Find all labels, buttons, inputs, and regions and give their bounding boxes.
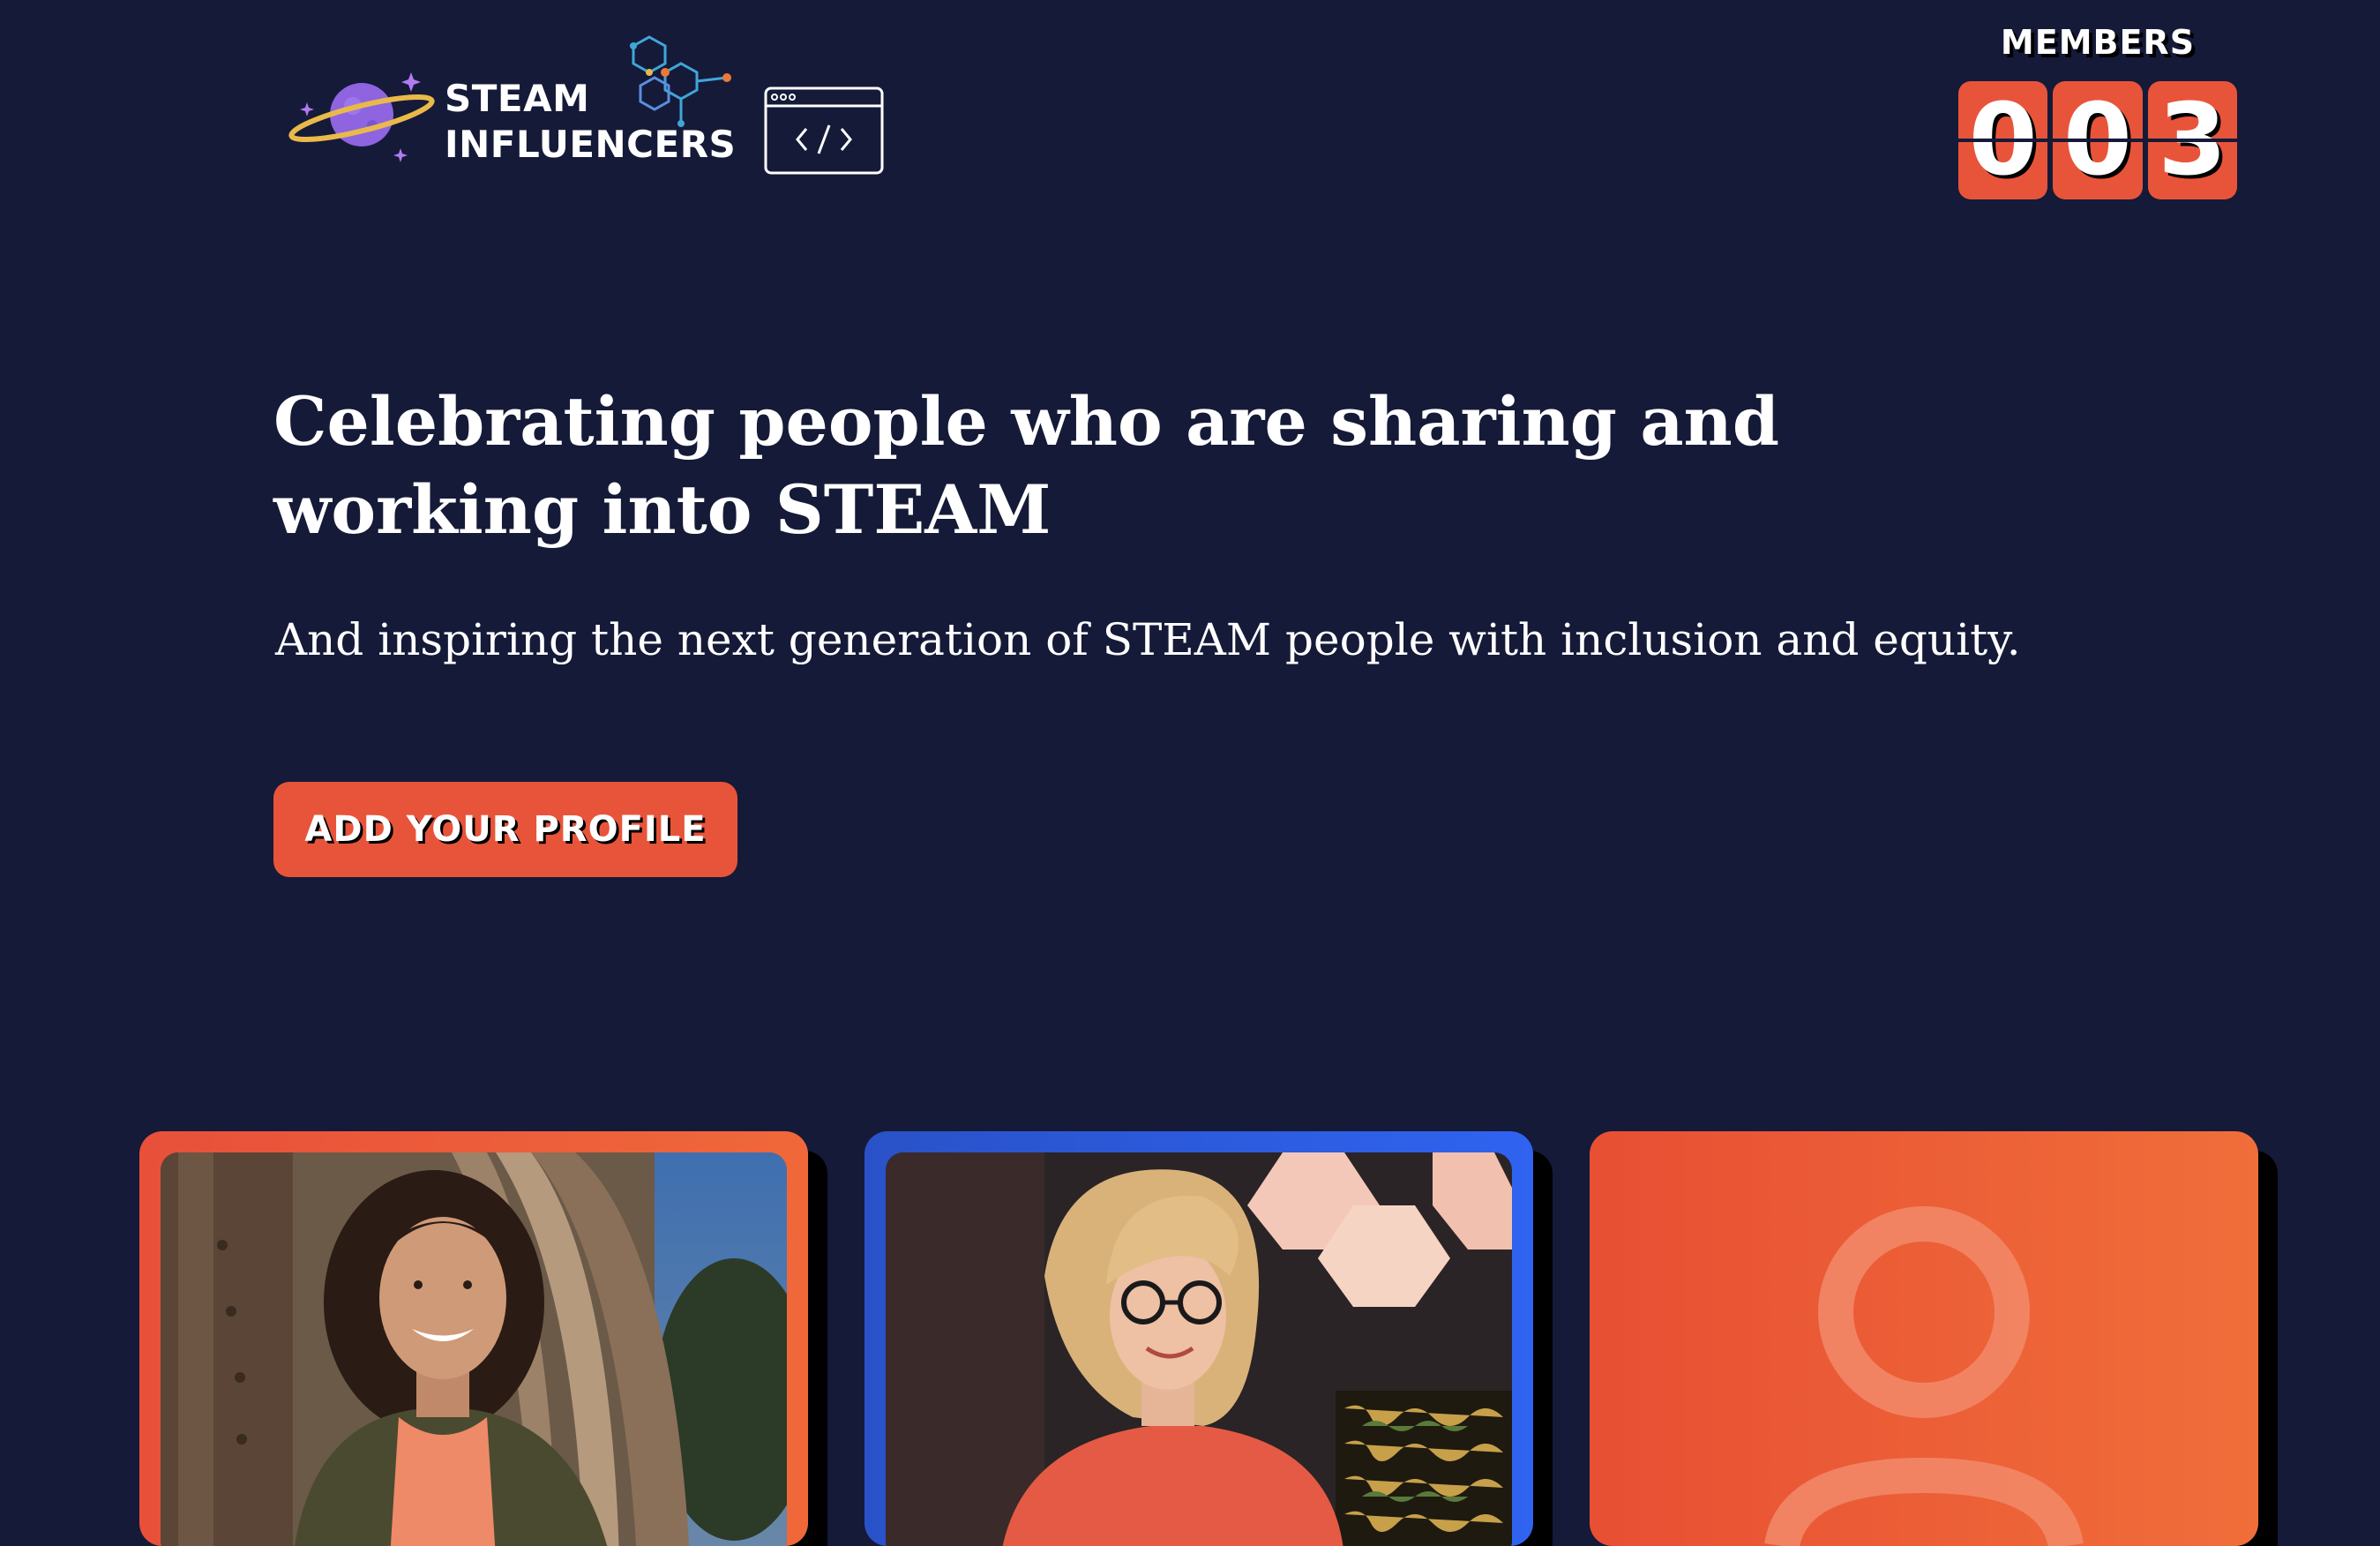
members-digit: 0	[2053, 81, 2143, 199]
profile-photo	[886, 1152, 1512, 1546]
hero-subtitle: And inspiring the next generation of STE…	[275, 614, 2021, 665]
site-logo[interactable]: STEAM INFLUENCERS	[288, 32, 887, 182]
members-label: MEMBERS	[2000, 23, 2196, 62]
profile-card[interactable]	[1590, 1131, 2258, 1546]
profile-card[interactable]	[864, 1131, 1533, 1546]
members-digits: 0 0 3	[1958, 81, 2237, 199]
profile-photo	[161, 1152, 787, 1546]
molecule-icon	[630, 35, 731, 127]
add-your-profile-button[interactable]: ADD YOUR PROFILE	[273, 782, 737, 877]
members-digit: 3	[2147, 81, 2237, 199]
profile-card[interactable]	[139, 1131, 808, 1546]
members-counter: MEMBERS 0 0 3	[1958, 19, 2237, 199]
planet-icon	[288, 72, 435, 162]
members-digit: 0	[1958, 81, 2048, 199]
user-placeholder-icon	[1764, 1206, 2084, 1546]
code-window-icon	[764, 86, 884, 175]
hero-title: Celebrating people who are sharing and w…	[273, 382, 1779, 549]
